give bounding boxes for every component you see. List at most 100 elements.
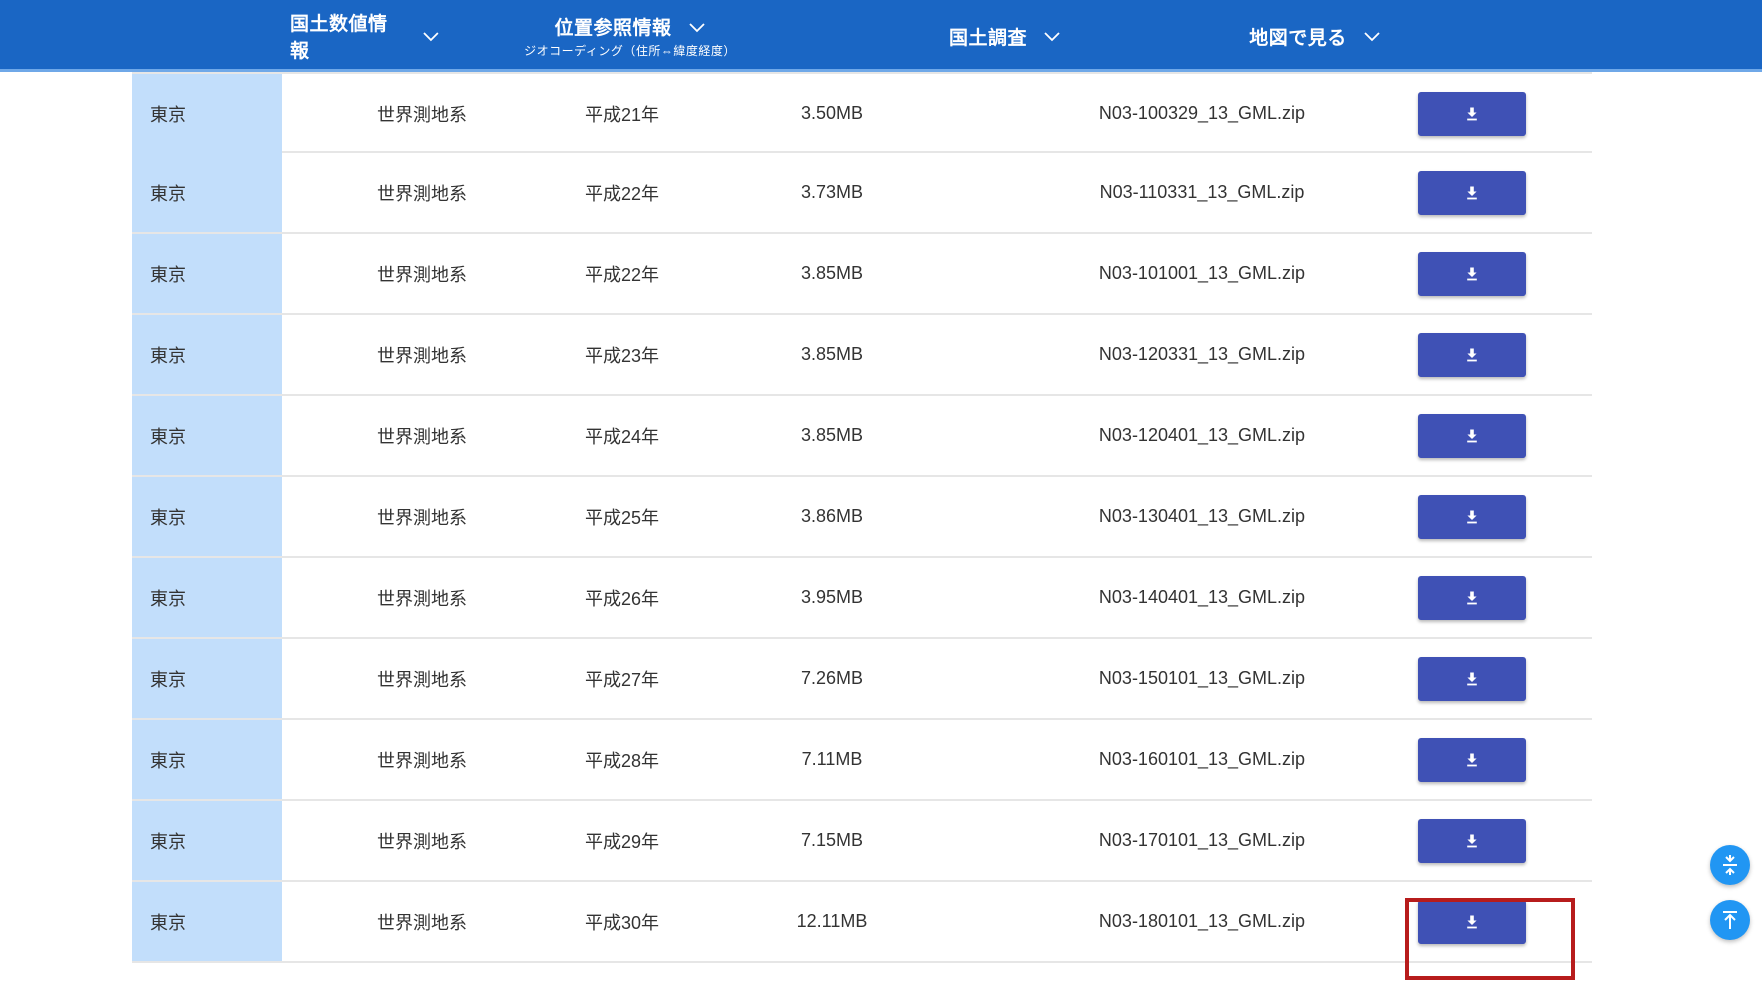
year-cell: 平成25年 bbox=[522, 477, 722, 556]
year-cell: 平成22年 bbox=[522, 234, 722, 313]
table-row: 東京 世界測地系 平成30年 12.11MB N03-180101_13_GML… bbox=[132, 882, 1592, 963]
download-button[interactable] bbox=[1418, 251, 1526, 296]
file-size-cell: 3.95MB bbox=[732, 558, 932, 637]
prefecture-cell: 東京 bbox=[132, 315, 282, 394]
scroll-to-top-button[interactable] bbox=[1710, 900, 1750, 940]
file-name-label: N03-140401_13_GML.zip bbox=[1098, 587, 1306, 607]
year-label: 平成29年 bbox=[584, 831, 660, 852]
prefecture-label: 東京 bbox=[150, 912, 186, 933]
prefecture-label: 東京 bbox=[150, 345, 186, 366]
download-icon bbox=[1467, 753, 1477, 766]
file-size-cell: 7.15MB bbox=[732, 801, 932, 880]
table-row: 東京 世界測地系 平成28年 7.11MB N03-160101_13_GML.… bbox=[132, 720, 1592, 801]
datum-label: 世界測地系 bbox=[377, 912, 467, 933]
file-name-label: N03-100329_13_GML.zip bbox=[1098, 103, 1306, 123]
datum-label: 世界測地系 bbox=[377, 183, 467, 204]
year-label: 平成23年 bbox=[584, 345, 660, 366]
year-cell: 平成23年 bbox=[522, 315, 722, 394]
file-name-label: N03-150101_13_GML.zip bbox=[1098, 668, 1306, 688]
year-label: 平成22年 bbox=[584, 183, 660, 204]
download-icon bbox=[1467, 834, 1477, 847]
file-size-label: 3.73MB bbox=[800, 182, 864, 202]
scroll-to-top-icon bbox=[1723, 911, 1737, 929]
chevron-down-icon bbox=[1044, 32, 1060, 42]
download-button[interactable] bbox=[1418, 332, 1526, 377]
prefecture-label: 東京 bbox=[150, 588, 186, 609]
datum-label: 世界測地系 bbox=[377, 669, 467, 690]
download-cell bbox=[1417, 558, 1527, 637]
year-label: 平成28年 bbox=[584, 750, 660, 771]
nav-kokudo-chousa-label: 国土調査 bbox=[948, 27, 1027, 49]
file-name-cell: N03-120331_13_GML.zip bbox=[992, 315, 1412, 394]
prefecture-label: 東京 bbox=[150, 669, 186, 690]
download-button[interactable] bbox=[1418, 818, 1526, 863]
year-label: 平成24年 bbox=[584, 426, 660, 447]
table-row: 東京 世界測地系 平成22年 3.85MB N03-101001_13_GML.… bbox=[132, 234, 1592, 315]
download-cell bbox=[1417, 477, 1527, 556]
prefecture-cell: 東京 bbox=[132, 74, 282, 153]
nav-kokudo-chousa[interactable]: 国土調査 bbox=[940, 0, 1070, 72]
download-button[interactable] bbox=[1418, 170, 1526, 215]
year-cell: 平成27年 bbox=[522, 639, 722, 718]
download-button[interactable] bbox=[1418, 899, 1526, 944]
file-name-cell: N03-170101_13_GML.zip bbox=[992, 801, 1412, 880]
prefecture-label: 東京 bbox=[150, 183, 186, 204]
download-button[interactable] bbox=[1418, 737, 1526, 782]
year-cell: 平成30年 bbox=[522, 882, 722, 961]
download-cell bbox=[1417, 315, 1527, 394]
file-size-cell: 3.86MB bbox=[732, 477, 932, 556]
table-row: 東京 世界測地系 平成27年 7.26MB N03-150101_13_GML.… bbox=[132, 639, 1592, 720]
chevron-down-icon bbox=[1364, 32, 1380, 42]
download-button[interactable] bbox=[1418, 575, 1526, 620]
prefecture-cell: 東京 bbox=[132, 639, 282, 718]
file-name-label: N03-101001_13_GML.zip bbox=[1098, 263, 1306, 283]
download-button[interactable] bbox=[1418, 656, 1526, 701]
download-button[interactable] bbox=[1418, 413, 1526, 458]
file-name-label: N03-180101_13_GML.zip bbox=[1098, 911, 1306, 931]
datum-cell: 世界測地系 bbox=[322, 315, 522, 394]
file-name-label: N03-120401_13_GML.zip bbox=[1098, 425, 1306, 445]
file-name-label: N03-130401_13_GML.zip bbox=[1098, 506, 1306, 526]
download-icon bbox=[1467, 107, 1477, 120]
file-name-cell: N03-160101_13_GML.zip bbox=[992, 720, 1412, 799]
year-label: 平成26年 bbox=[584, 588, 660, 609]
table-row: 東京 世界測地系 平成29年 7.15MB N03-170101_13_GML.… bbox=[132, 801, 1592, 882]
file-size-label: 3.50MB bbox=[800, 103, 864, 123]
datum-label: 世界測地系 bbox=[377, 507, 467, 528]
download-cell bbox=[1417, 234, 1527, 313]
file-size-cell: 3.85MB bbox=[732, 234, 932, 313]
table-row: 東京 世界測地系 平成21年 3.50MB N03-100329_13_GML.… bbox=[132, 72, 1592, 153]
nav-ichi-sanshou[interactable]: 位置参照情報 ジオコーディング（住所⇔緯度経度） bbox=[520, 0, 740, 72]
datum-cell: 世界測地系 bbox=[322, 720, 522, 799]
datum-label: 世界測地系 bbox=[377, 831, 467, 852]
datum-label: 世界測地系 bbox=[377, 104, 467, 125]
download-cell bbox=[1417, 882, 1527, 961]
table-row: 東京 世界測地系 平成25年 3.86MB N03-130401_13_GML.… bbox=[132, 477, 1592, 558]
collapse-button[interactable] bbox=[1710, 845, 1750, 885]
file-size-label: 7.26MB bbox=[800, 668, 864, 688]
file-size-label: 7.15MB bbox=[800, 830, 864, 850]
top-navbar: 国土数値情報 位置参照情報 ジオコーディング（住所⇔緯度経度） 国土調査 地図で… bbox=[0, 0, 1762, 72]
year-cell: 平成28年 bbox=[522, 720, 722, 799]
year-cell: 平成29年 bbox=[522, 801, 722, 880]
prefecture-cell: 東京 bbox=[132, 234, 282, 313]
year-label: 平成30年 bbox=[584, 912, 660, 933]
prefecture-label: 東京 bbox=[150, 264, 186, 285]
prefecture-cell: 東京 bbox=[132, 720, 282, 799]
download-icon bbox=[1467, 429, 1477, 442]
nav-kokudo-suuchi[interactable]: 国土数値情報 bbox=[290, 0, 440, 72]
prefecture-cell: 東京 bbox=[132, 396, 282, 475]
collapse-icon bbox=[1723, 855, 1737, 875]
download-icon bbox=[1467, 510, 1477, 523]
download-button[interactable] bbox=[1418, 91, 1526, 136]
download-button[interactable] bbox=[1418, 494, 1526, 539]
file-size-label: 3.85MB bbox=[800, 425, 864, 445]
prefecture-label: 東京 bbox=[150, 507, 186, 528]
year-label: 平成21年 bbox=[584, 104, 660, 125]
datum-cell: 世界測地系 bbox=[322, 558, 522, 637]
prefecture-label: 東京 bbox=[150, 104, 186, 125]
nav-chizu-de-miru[interactable]: 地図で見る bbox=[1240, 0, 1390, 72]
file-size-label: 3.85MB bbox=[800, 344, 864, 364]
year-label: 平成27年 bbox=[584, 669, 660, 690]
download-cell bbox=[1417, 396, 1527, 475]
